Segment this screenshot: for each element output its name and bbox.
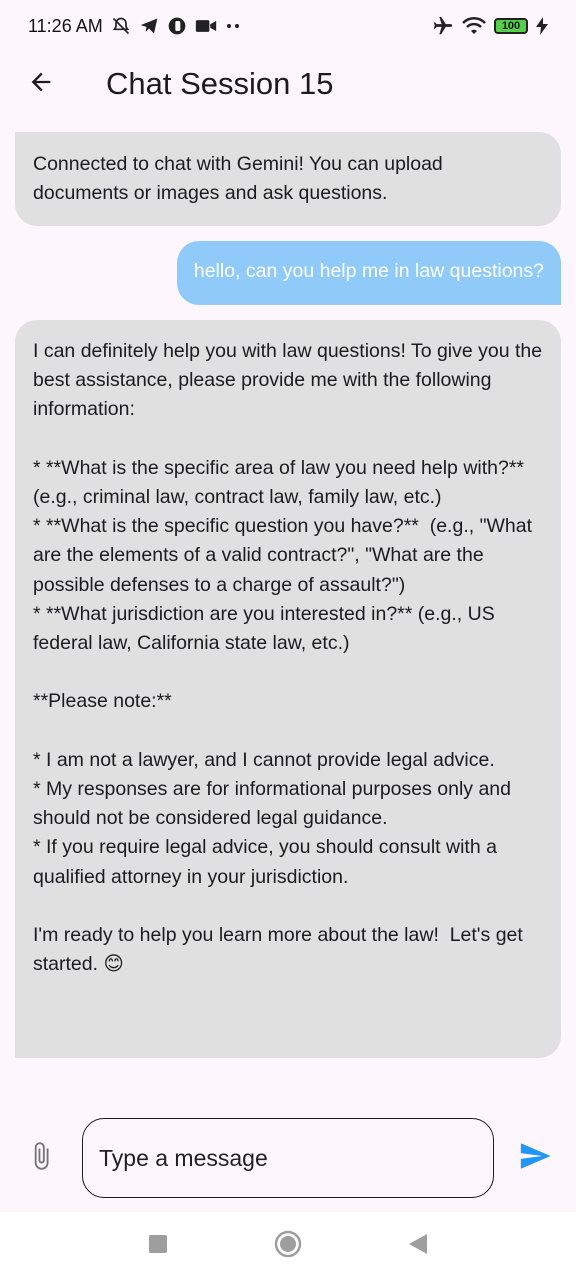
attach-button[interactable] [0, 1118, 82, 1198]
arrow-back-icon [27, 68, 55, 101]
video-camera-icon [195, 16, 217, 36]
page-title: Chat Session 15 [106, 66, 334, 101]
home-button[interactable] [223, 1212, 353, 1280]
send-icon [518, 1139, 552, 1178]
send-button[interactable] [494, 1118, 576, 1198]
user-message-bubble: hello, can you help me in law questions? [176, 241, 561, 305]
airplane-mode-icon [432, 15, 454, 37]
notifications-off-icon [111, 16, 131, 36]
charging-icon [536, 17, 548, 35]
recents-button[interactable] [93, 1212, 223, 1280]
status-left: 11:26 AM [28, 16, 241, 37]
bot-message-bubble: Connected to chat with Gemini! You can u… [15, 132, 561, 226]
battery-icon: 100 [494, 18, 528, 34]
message-input[interactable] [82, 1118, 494, 1198]
status-bar: 11:26 AM 100 [0, 0, 576, 52]
app-bar: Chat Session 15 [0, 52, 576, 116]
paperclip-icon [26, 1138, 56, 1179]
bot-message-bubble: I can definitely help you with law quest… [15, 320, 561, 1058]
back-button[interactable] [0, 52, 82, 116]
triangle-back-icon [408, 1233, 428, 1260]
app-icon [167, 16, 187, 36]
composer [0, 1118, 576, 1198]
back-nav-button[interactable] [353, 1212, 483, 1280]
square-icon [148, 1234, 168, 1259]
telegram-icon [139, 16, 159, 36]
home-circle-icon [273, 1229, 303, 1264]
status-right: 100 [432, 15, 548, 37]
wifi-icon [462, 16, 486, 36]
status-time: 11:26 AM [28, 15, 103, 36]
system-nav-bar [0, 1212, 576, 1280]
more-dots-icon [225, 22, 241, 30]
